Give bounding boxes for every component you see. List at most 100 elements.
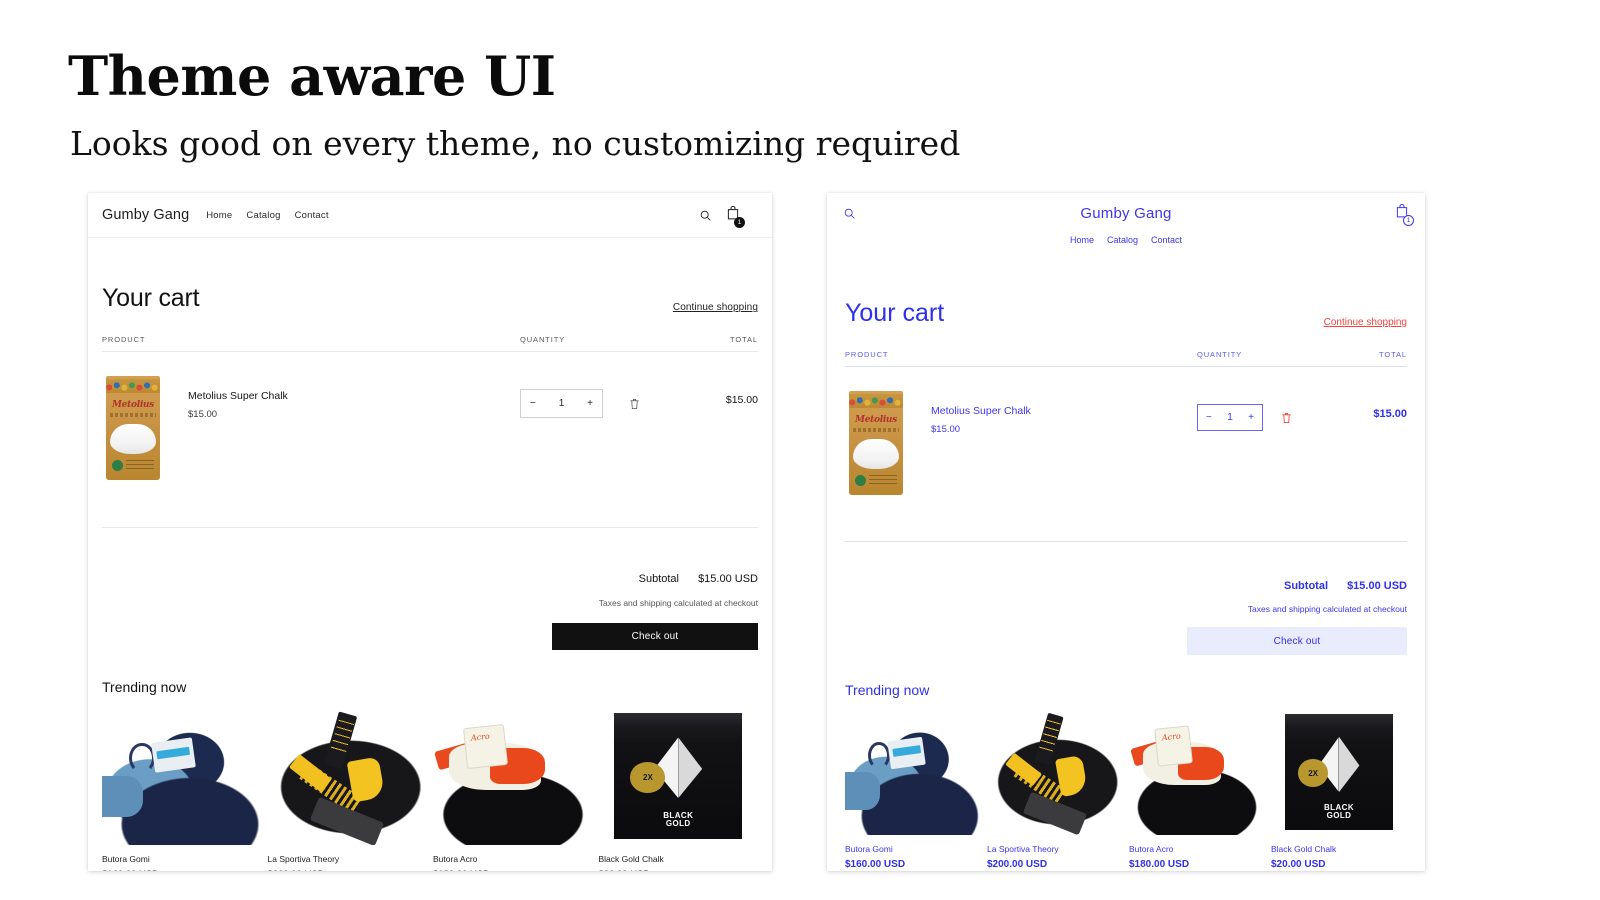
product-details: Metolius Super Chalk $15.00 [164,376,520,420]
product-card[interactable]: Butora Gomi $160.00 USD [845,709,981,870]
column-header-total: TOTAL [1379,350,1407,359]
nav-item-contact[interactable]: Contact [1151,235,1182,245]
light-header: Gumby Gang Home Catalog Contact 1 [88,193,772,238]
trash-icon[interactable] [1281,412,1292,424]
nav-item-home[interactable]: Home [1070,235,1094,245]
product-card[interactable]: La Sportiva Theory $200.00 USD [267,707,427,871]
product-details: Metolius Super Chalk $15.00 [907,391,1197,435]
butora-gomi-art [102,707,262,845]
metolius-logo-text: Metolius [855,415,897,425]
nav-item-home[interactable]: Home [206,210,232,221]
product-image [845,709,981,835]
cart-totals: Subtotal $15.00 USD Taxes and shipping c… [845,580,1407,655]
subtotal-value: $15.00 USD [1347,580,1407,592]
checkout-button[interactable]: Check out [552,623,758,650]
cart-table-head: PRODUCT QUANTITY TOTAL [845,350,1407,367]
column-header-quantity: QUANTITY [1197,350,1243,359]
product-card[interactable]: 2X BLACK GOLD Black Gold Chalk $20.00 US… [1271,709,1407,870]
metolius-logo-text: Metolius [112,400,154,410]
continue-shopping-link[interactable]: Continue shopping [1324,317,1407,328]
blue-theme-preview: Gumby Gang 1 Home Catalog Contact Your c… [827,193,1425,871]
cart-line-item: Metolius Metolius Super Chalk $15.00 − 1… [845,367,1407,495]
line-item-total: $15.00 [725,394,758,406]
two-x-badge: 2X [1298,759,1329,788]
product-unit-price: $15.00 [188,409,218,420]
butora-acro-art: Acro [433,707,593,845]
cart-header: Your cart Continue shopping [845,299,1407,328]
page-title: Theme aware UI [68,44,556,108]
black-gold-chalk-art: 2X BLACK GOLD [1271,709,1407,835]
quantity-value[interactable]: 1 [559,398,565,409]
product-card[interactable]: Acro Butora Acro $180.00 USD [1129,709,1265,870]
slide-root: Theme aware UI Looks good on every theme… [0,0,1600,900]
store-logo[interactable]: Gumby Gang [827,205,1425,222]
subtotal-label: Subtotal [1284,580,1328,592]
quantity-increase-button[interactable]: + [1248,412,1254,423]
quantity-stepper[interactable]: − 1 + [1197,404,1263,431]
quantity-increase-button[interactable]: + [587,398,593,409]
column-header-quantity: QUANTITY [520,335,566,344]
butora-gomi-art [845,709,981,835]
product-card[interactable]: Butora Gomi $160.00 USD [102,707,262,871]
black-gold-label: BLACK GOLD [663,811,694,829]
quantity-decrease-button[interactable]: − [1206,412,1212,423]
quantity-decrease-button[interactable]: − [530,398,536,409]
product-card-name: Butora Gomi [102,854,150,864]
subtotal-row: Subtotal $15.00 USD [845,580,1407,592]
tax-note: Taxes and shipping calculated at checkou… [1247,604,1407,614]
nav-item-contact[interactable]: Contact [295,210,329,221]
quantity-controls: − 1 + [520,376,690,418]
black-gold-label: BLACK GOLD [1324,802,1354,820]
product-card-name: La Sportiva Theory [987,844,1059,854]
blue-header: Gumby Gang 1 [827,193,1425,233]
product-name[interactable]: Metolius Super Chalk [188,390,520,402]
la-sportiva-theory-art [987,709,1123,835]
cart-header: Your cart Continue shopping [102,284,758,313]
light-theme-preview: Gumby Gang Home Catalog Contact 1 Your c… [88,193,772,871]
product-card-name: Butora Gomi [845,844,893,854]
product-card[interactable]: 2X BLACK GOLD Black Gold Chalk $20.00 US… [598,707,758,871]
quantity-controls: − 1 + [1197,391,1337,431]
product-image: Acro [433,707,593,845]
checkout-button[interactable]: Check out [1187,627,1407,655]
product-image: Acro [1129,709,1265,835]
quantity-stepper[interactable]: − 1 + [520,389,603,418]
nav-item-catalog[interactable]: Catalog [246,210,280,221]
store-logo[interactable]: Gumby Gang [102,207,189,223]
cart-totals: Subtotal $15.00 USD Taxes and shipping c… [102,573,758,650]
tax-note: Taxes and shipping calculated at checkou… [598,598,758,608]
two-x-badge: 2X [630,762,666,793]
search-icon[interactable] [699,209,712,222]
product-card-name: Black Gold Chalk [1271,844,1337,854]
quantity-value[interactable]: 1 [1227,412,1233,423]
page-subtitle: Looks good on every theme, no customizin… [70,124,961,163]
product-card-price: $160.00 USD [102,869,262,871]
product-image: 2X BLACK GOLD [1271,709,1407,835]
product-card[interactable]: La Sportiva Theory $200.00 USD [987,709,1123,870]
product-thumbnail[interactable]: Metolius [102,376,164,480]
butora-acro-art: Acro [1129,709,1265,835]
line-item-total: $15.00 [1373,408,1407,420]
product-image: 2X BLACK GOLD [598,707,758,845]
nav-item-catalog[interactable]: Catalog [1107,235,1138,245]
product-card-name: Black Gold Chalk [598,854,664,864]
cart-button[interactable]: 1 [726,205,745,228]
blue-body: Your cart Continue shopping PRODUCT QUAN… [827,299,1425,870]
product-card-price: $180.00 USD [1129,859,1190,870]
product-thumbnail[interactable]: Metolius [845,391,907,495]
product-card-price: $160.00 USD [845,859,906,870]
metolius-chalk-image: Metolius [845,391,907,495]
product-image [102,707,262,845]
la-sportiva-theory-art [267,707,427,845]
cart-button[interactable]: 1 [1395,203,1414,226]
trash-icon[interactable] [629,398,640,410]
main-nav: Home Catalog Contact [206,210,328,221]
cart-divider [845,541,1407,542]
continue-shopping-link[interactable]: Continue shopping [673,302,758,313]
product-card-price: $20.00 USD [1271,859,1326,870]
light-body: Your cart Continue shopping PRODUCT QUAN… [88,284,772,871]
product-name[interactable]: Metolius Super Chalk [931,405,1197,417]
column-header-product: PRODUCT [845,350,889,359]
cart-table-head: PRODUCT QUANTITY TOTAL [102,335,758,352]
product-card[interactable]: Acro Butora Acro $180.00 USD [433,707,593,871]
